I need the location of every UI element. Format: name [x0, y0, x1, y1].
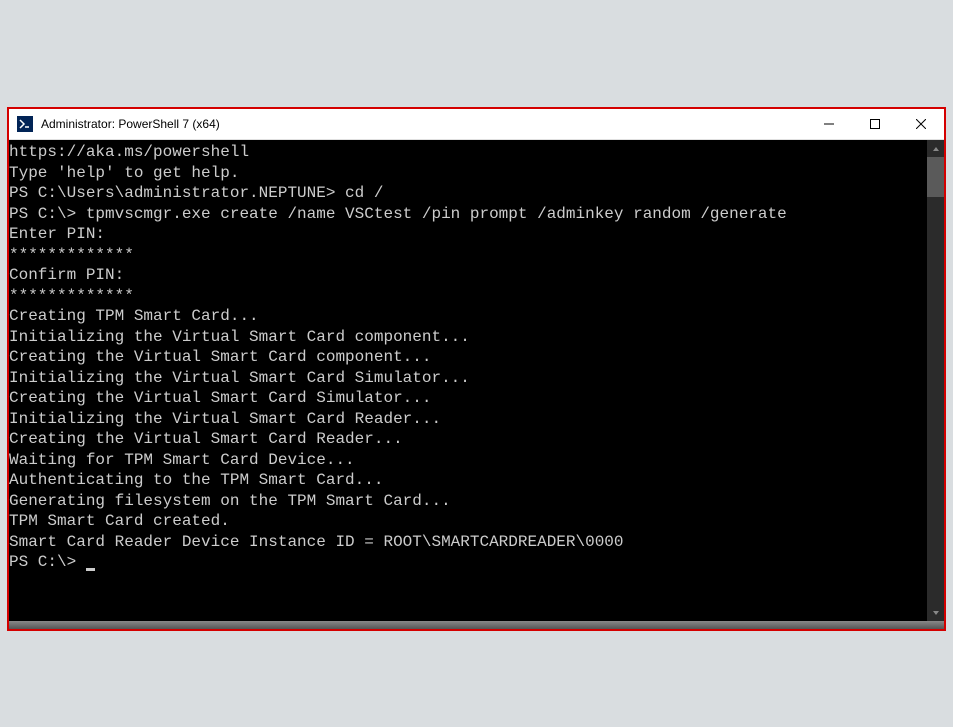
close-button[interactable]: [898, 109, 944, 139]
powershell-icon: [17, 116, 33, 132]
scroll-up-arrow[interactable]: [927, 140, 944, 157]
terminal-line: Enter PIN:: [9, 224, 927, 245]
vertical-scrollbar[interactable]: [927, 140, 944, 621]
terminal-line: https://aka.ms/powershell: [9, 142, 927, 163]
terminal-line: Generating filesystem on the TPM Smart C…: [9, 491, 927, 512]
terminal-line: *************: [9, 286, 927, 307]
terminal-prompt: PS C:\>: [9, 553, 86, 571]
terminal-line: Confirm PIN:: [9, 265, 927, 286]
terminal-line: *************: [9, 245, 927, 266]
terminal-line: Initializing the Virtual Smart Card Simu…: [9, 368, 927, 389]
scroll-thumb[interactable]: [927, 157, 944, 197]
terminal-cursor: [86, 568, 95, 571]
window-title: Administrator: PowerShell 7 (x64): [41, 117, 806, 131]
window-border: Administrator: PowerShell 7 (x64) https:…: [7, 107, 946, 631]
terminal-line: Creating the Virtual Smart Card Reader..…: [9, 429, 927, 450]
terminal-line: Creating the Virtual Smart Card Simulato…: [9, 388, 927, 409]
scroll-down-arrow[interactable]: [927, 604, 944, 621]
terminal-line: Waiting for TPM Smart Card Device...: [9, 450, 927, 471]
terminal-line: Smart Card Reader Device Instance ID = R…: [9, 532, 927, 553]
terminal-line: Initializing the Virtual Smart Card Read…: [9, 409, 927, 430]
window-controls: [806, 109, 944, 139]
scroll-track[interactable]: [927, 157, 944, 604]
terminal-line: PS C:\Users\administrator.NEPTUNE> cd /: [9, 183, 927, 204]
terminal-prompt-line: PS C:\>: [9, 552, 927, 573]
terminal-line: Creating TPM Smart Card...: [9, 306, 927, 327]
minimize-button[interactable]: [806, 109, 852, 139]
powershell-window: Administrator: PowerShell 7 (x64) https:…: [9, 109, 944, 629]
terminal-output[interactable]: https://aka.ms/powershellType 'help' to …: [9, 140, 927, 621]
terminal-line: Initializing the Virtual Smart Card comp…: [9, 327, 927, 348]
terminal-line: Creating the Virtual Smart Card componen…: [9, 347, 927, 368]
terminal-line: Type 'help' to get help.: [9, 163, 927, 184]
terminal-line: PS C:\> tpmvscmgr.exe create /name VSCte…: [9, 204, 927, 225]
titlebar[interactable]: Administrator: PowerShell 7 (x64): [9, 109, 944, 140]
terminal-line: TPM Smart Card created.: [9, 511, 927, 532]
bottom-edge: [9, 621, 944, 629]
terminal-line: Authenticating to the TPM Smart Card...: [9, 470, 927, 491]
terminal-area: https://aka.ms/powershellType 'help' to …: [9, 140, 944, 621]
maximize-button[interactable]: [852, 109, 898, 139]
